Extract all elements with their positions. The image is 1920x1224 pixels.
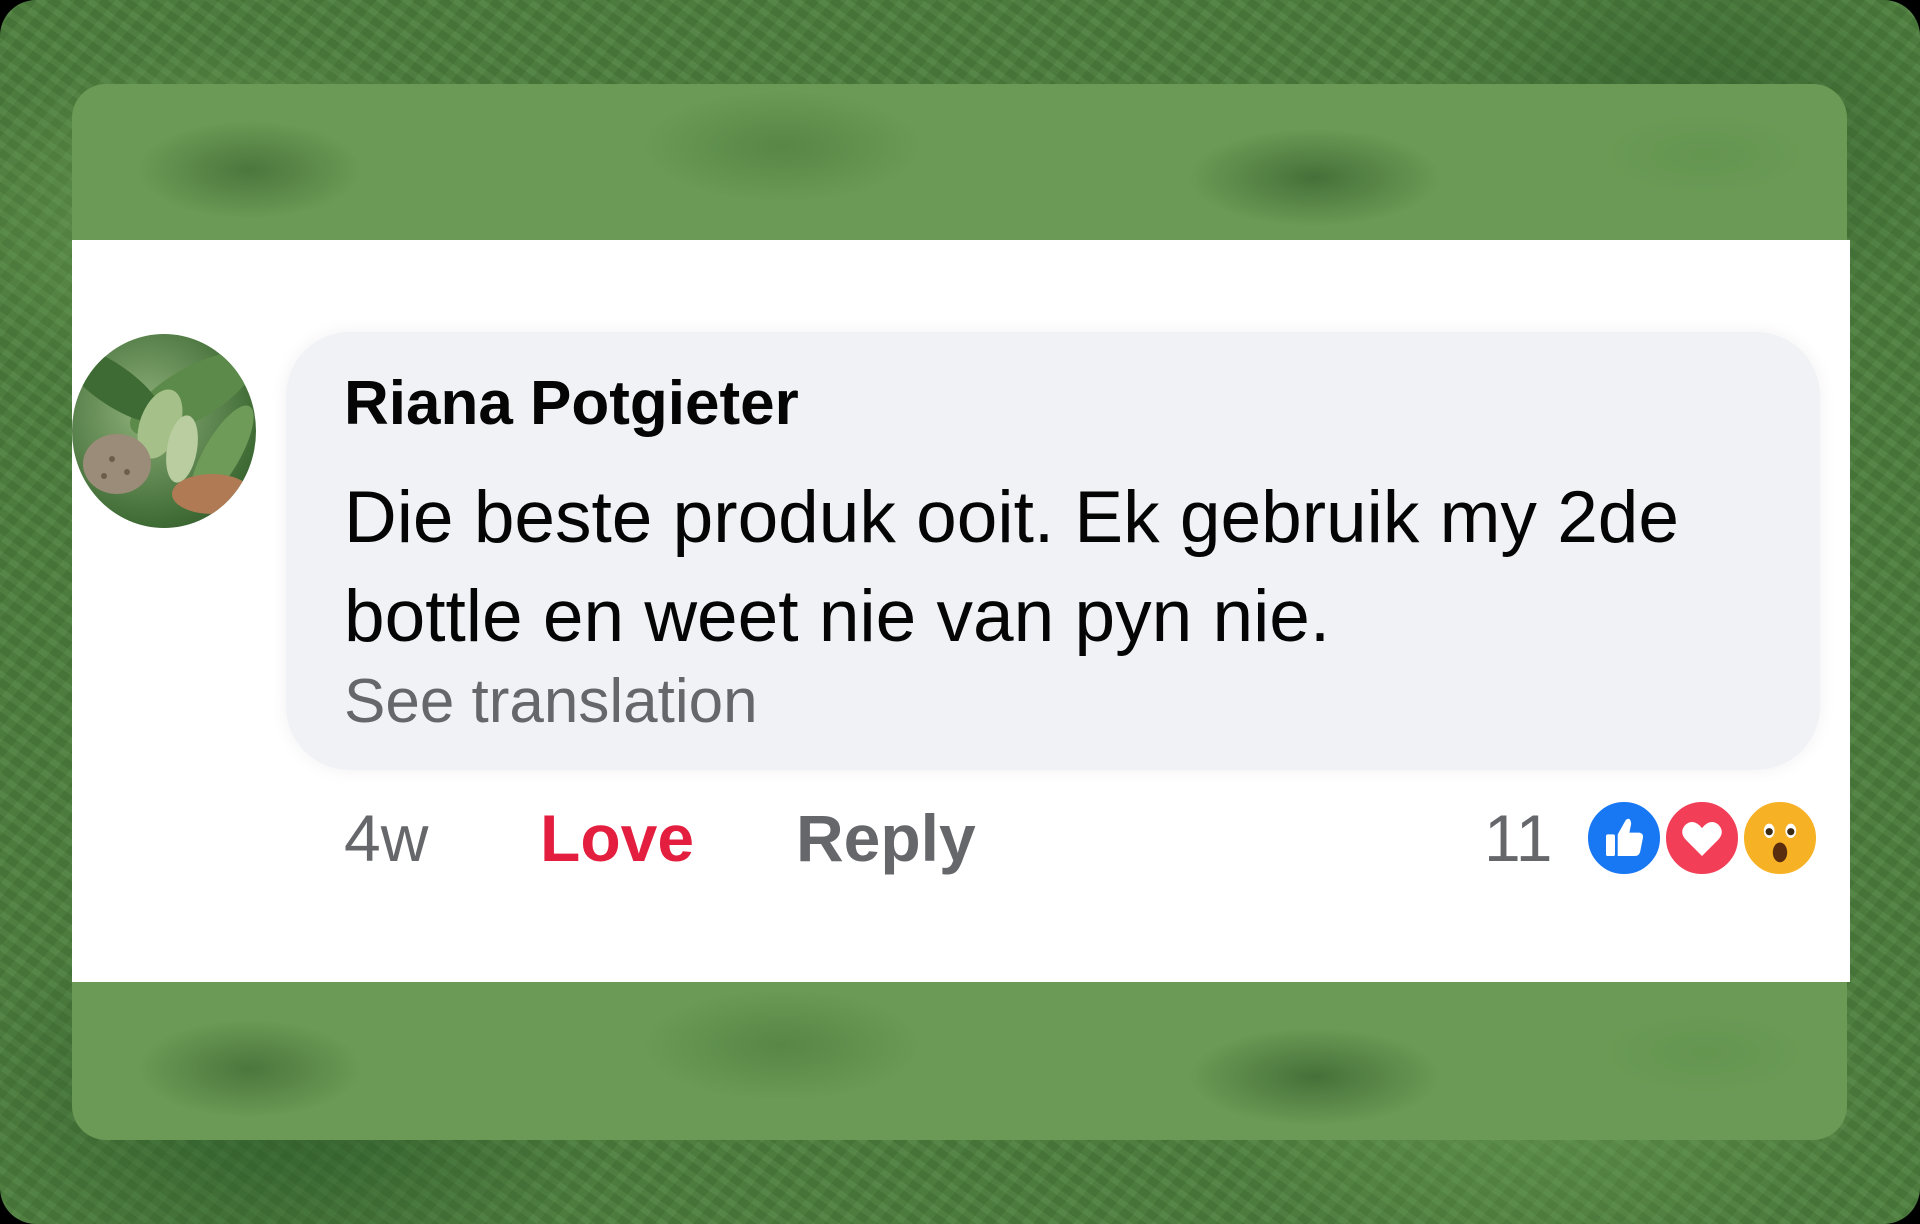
reply-button[interactable]: Reply — [796, 800, 976, 890]
avatar[interactable] — [72, 334, 256, 528]
like-icon[interactable] — [1584, 798, 1664, 878]
avatar-plant-image — [72, 345, 254, 514]
wow-icon[interactable] — [1740, 798, 1820, 878]
see-translation-link[interactable]: See translation — [344, 666, 758, 737]
love-button[interactable]: Love — [540, 800, 694, 890]
comment-text: Die beste produk ooit. Ek gebruik my 2de… — [344, 477, 1679, 657]
blurred-footer — [72, 982, 1847, 1140]
background-frame: Riana Potgieter Die beste produk ooit. E… — [0, 0, 1920, 1224]
love-icon[interactable] — [1662, 798, 1742, 878]
comment-author[interactable]: Riana Potgieter — [344, 368, 799, 439]
blurred-header — [72, 84, 1847, 240]
reaction-count[interactable]: 11 — [1484, 800, 1553, 890]
comment-timestamp[interactable]: 4w — [344, 800, 428, 890]
